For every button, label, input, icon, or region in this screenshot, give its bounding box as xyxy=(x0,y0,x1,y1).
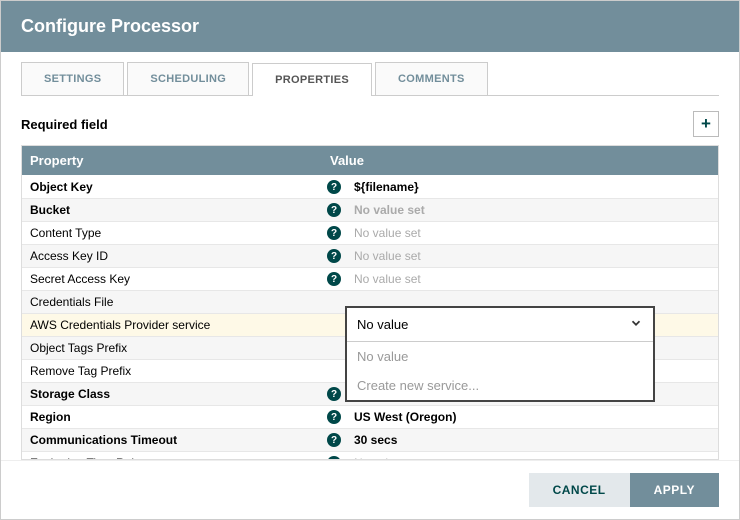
help-icon[interactable]: ? xyxy=(327,226,341,240)
help-cell: ? xyxy=(322,226,346,240)
tab-settings[interactable]: SETTINGS xyxy=(21,62,124,95)
required-field-label: Required field xyxy=(21,117,108,132)
property-name-label: Bucket xyxy=(30,203,314,217)
help-icon[interactable]: ? xyxy=(327,387,341,401)
property-name-label: Object Tags Prefix xyxy=(30,341,314,355)
help-cell: ? xyxy=(322,456,346,459)
table-row[interactable]: Object Key? ${filename} xyxy=(22,176,718,199)
help-icon[interactable]: ? xyxy=(327,410,341,424)
property-value[interactable]: No value set xyxy=(346,452,658,459)
property-value[interactable]: No value set xyxy=(346,222,658,244)
dialog-footer: CANCEL APPLY xyxy=(1,460,739,519)
property-value[interactable]: 30 secs xyxy=(346,429,658,451)
property-value[interactable]: No value set xyxy=(346,268,658,290)
property-value[interactable] xyxy=(346,298,658,306)
table-row[interactable]: Expiration Time Rule? No value set xyxy=(22,452,718,459)
property-name: Content Type xyxy=(22,222,322,244)
property-name: Remove Tag Prefix xyxy=(22,360,322,382)
property-name-label: Secret Access Key xyxy=(30,272,314,286)
property-value[interactable]: ${filename} xyxy=(346,176,658,198)
property-name-label: Credentials File xyxy=(30,295,314,309)
help-cell: ? xyxy=(322,410,346,424)
help-icon[interactable]: ? xyxy=(327,249,341,263)
property-name-label: Expiration Time Rule xyxy=(30,456,314,459)
table-row[interactable]: Secret Access Key? No value set xyxy=(22,268,718,291)
required-row: Required field + xyxy=(21,111,719,137)
table-row[interactable]: Communications Timeout? 30 secs xyxy=(22,429,718,452)
property-name: Storage Class xyxy=(22,383,322,405)
property-name-label: Region xyxy=(30,410,314,424)
column-actions xyxy=(658,146,718,175)
dialog-header: Configure Processor xyxy=(1,1,739,52)
property-name-label: Content Type xyxy=(30,226,314,240)
help-cell: ? xyxy=(322,180,346,194)
property-name: Secret Access Key xyxy=(22,268,322,290)
help-icon[interactable]: ? xyxy=(327,203,341,217)
tab-bar: SETTINGSSCHEDULINGPROPERTIESCOMMENTS xyxy=(21,62,719,96)
table-row[interactable]: Bucket? No value set xyxy=(22,199,718,222)
properties-table: Property Value Object Key?${filename}Buc… xyxy=(21,145,719,460)
tab-scheduling[interactable]: SCHEDULING xyxy=(127,62,249,95)
property-name: Object Tags Prefix xyxy=(22,337,322,359)
property-name: Access Key ID xyxy=(22,245,322,267)
help-cell: ? xyxy=(322,203,346,217)
chevron-down-icon xyxy=(629,316,643,333)
property-value[interactable]: No value set xyxy=(346,245,658,267)
help-cell: ? xyxy=(322,387,346,401)
property-name: Communications Timeout xyxy=(22,429,322,451)
table-row[interactable]: Region? US West (Oregon) xyxy=(22,406,718,429)
table-row[interactable]: Access Key ID? No value set xyxy=(22,245,718,268)
property-name: Bucket xyxy=(22,199,322,221)
column-property: Property xyxy=(22,146,322,175)
tab-comments[interactable]: COMMENTS xyxy=(375,62,488,95)
property-value[interactable]: No value set xyxy=(346,199,658,221)
property-name: Expiration Time Rule xyxy=(22,452,322,459)
help-icon[interactable]: ? xyxy=(327,456,341,459)
apply-button[interactable]: APPLY xyxy=(630,473,719,507)
table-header: Property Value xyxy=(22,146,718,175)
property-value[interactable]: US West (Oregon) xyxy=(346,406,658,428)
plus-icon: + xyxy=(701,114,711,134)
help-cell: ? xyxy=(322,433,346,447)
dialog-body: SETTINGSSCHEDULINGPROPERTIESCOMMENTS Req… xyxy=(1,52,739,460)
property-name-label: Object Key xyxy=(30,180,314,194)
configure-processor-dialog: Configure Processor SETTINGSSCHEDULINGPR… xyxy=(0,0,740,520)
credentials-provider-dropdown[interactable]: No value No value Create new service... xyxy=(345,306,655,402)
help-cell: ? xyxy=(322,249,346,263)
cancel-button[interactable]: CANCEL xyxy=(529,473,630,507)
property-name: Object Key xyxy=(22,176,322,198)
help-cell: ? xyxy=(322,272,346,286)
dropdown-selected-label: No value xyxy=(357,317,408,332)
help-icon[interactable]: ? xyxy=(327,433,341,447)
column-value: Value xyxy=(322,146,658,175)
dropdown-selected[interactable]: No value xyxy=(347,308,653,342)
help-icon[interactable]: ? xyxy=(327,180,341,194)
add-property-button[interactable]: + xyxy=(693,111,719,137)
dropdown-option[interactable]: Create new service... xyxy=(347,371,653,400)
help-icon[interactable]: ? xyxy=(327,272,341,286)
property-name-label: Communications Timeout xyxy=(30,433,314,447)
property-name-label: Storage Class xyxy=(30,387,314,401)
property-name: Region xyxy=(22,406,322,428)
property-name-label: Access Key ID xyxy=(30,249,314,263)
property-name-label: AWS Credentials Provider service xyxy=(30,318,314,332)
property-name: Credentials File xyxy=(22,291,322,313)
tab-properties[interactable]: PROPERTIES xyxy=(252,63,372,96)
dropdown-option[interactable]: No value xyxy=(347,342,653,371)
property-name: AWS Credentials Provider service xyxy=(22,314,322,336)
property-name-label: Remove Tag Prefix xyxy=(30,364,314,378)
dialog-title: Configure Processor xyxy=(21,16,719,37)
table-row[interactable]: Content Type? No value set xyxy=(22,222,718,245)
